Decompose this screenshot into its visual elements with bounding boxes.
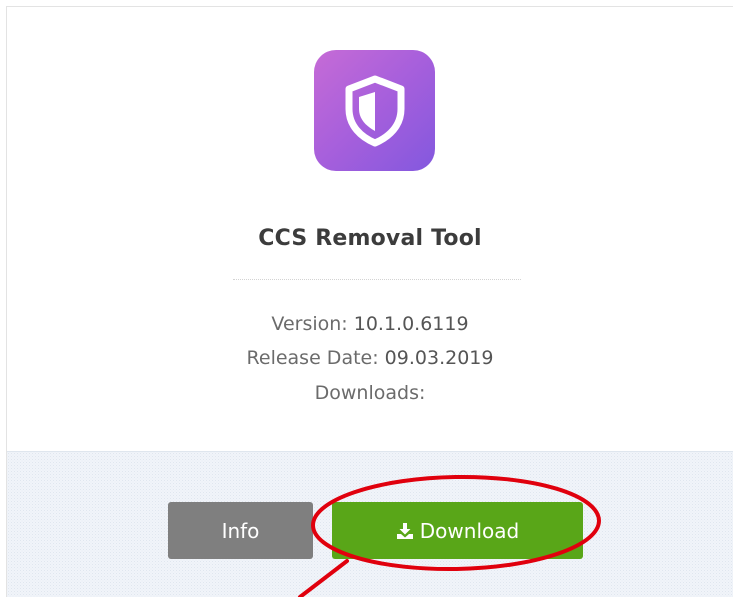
app-icon [314,50,435,171]
product-card-body: CCS Removal Tool Version: 10.1.0.6119 Re… [7,7,733,451]
downloads-label: Downloads: [314,382,426,404]
shield-icon [345,75,404,146]
download-icon [396,522,413,539]
info-button[interactable]: Info [168,502,313,559]
version-line: Version: 10.1.0.6119 [7,313,733,335]
release-date-value: 09.03.2019 [384,347,494,369]
release-date-line: Release Date: 09.03.2019 [7,347,733,369]
version-label: Version: [271,313,348,335]
product-card: CCS Removal Tool Version: 10.1.0.6119 Re… [6,6,733,597]
version-value: 10.1.0.6119 [353,313,469,335]
product-title: CCS Removal Tool [258,226,482,251]
downloads-line: Downloads: [7,382,733,404]
info-button-label: Info [221,518,260,543]
download-button-label: Download [419,518,520,543]
release-date-label: Release Date: [246,347,379,369]
download-button[interactable]: Download [332,502,583,559]
screenshot-canvas: CCS Removal Tool Version: 10.1.0.6119 Re… [0,0,733,597]
product-card-footer: Info Download [7,451,733,597]
title-divider [233,279,521,280]
